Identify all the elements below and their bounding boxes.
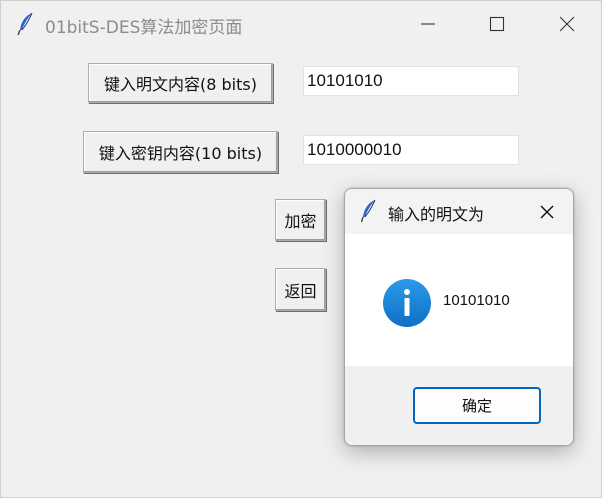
ok-button[interactable]: 确定 <box>413 387 541 424</box>
key-field[interactable] <box>303 135 519 165</box>
dialog-body: 10101010 <box>345 234 573 366</box>
feather-icon <box>360 199 377 223</box>
info-icon <box>383 279 431 327</box>
title-bar[interactable]: 01bitS-DES算法加密页面 <box>1 1 601 47</box>
minimize-icon <box>421 23 435 25</box>
dialog-message: 10101010 <box>443 292 510 309</box>
close-icon <box>540 205 554 219</box>
message-dialog: 输入的明文为 10101010 确定 <box>344 188 574 446</box>
minimize-button[interactable] <box>405 1 451 47</box>
dialog-close-button[interactable] <box>531 198 561 226</box>
plaintext-input-button[interactable]: 键入明文内容(8 bits) <box>88 63 273 103</box>
back-button[interactable]: 返回 <box>275 268 326 311</box>
maximize-button[interactable] <box>474 1 520 47</box>
maximize-icon <box>489 16 505 32</box>
plaintext-field[interactable] <box>303 66 519 96</box>
close-icon <box>559 16 575 32</box>
close-button[interactable] <box>544 1 590 47</box>
dialog-title-bar[interactable]: 输入的明文为 <box>345 189 573 234</box>
dialog-title: 输入的明文为 <box>388 205 485 224</box>
feather-icon <box>17 12 35 36</box>
window-title: 01bitS-DES算法加密页面 <box>45 18 243 38</box>
key-input-button[interactable]: 键入密钥内容(10 bits) <box>83 131 278 173</box>
encrypt-button[interactable]: 加密 <box>275 199 326 241</box>
dialog-footer: 确定 <box>345 366 573 445</box>
